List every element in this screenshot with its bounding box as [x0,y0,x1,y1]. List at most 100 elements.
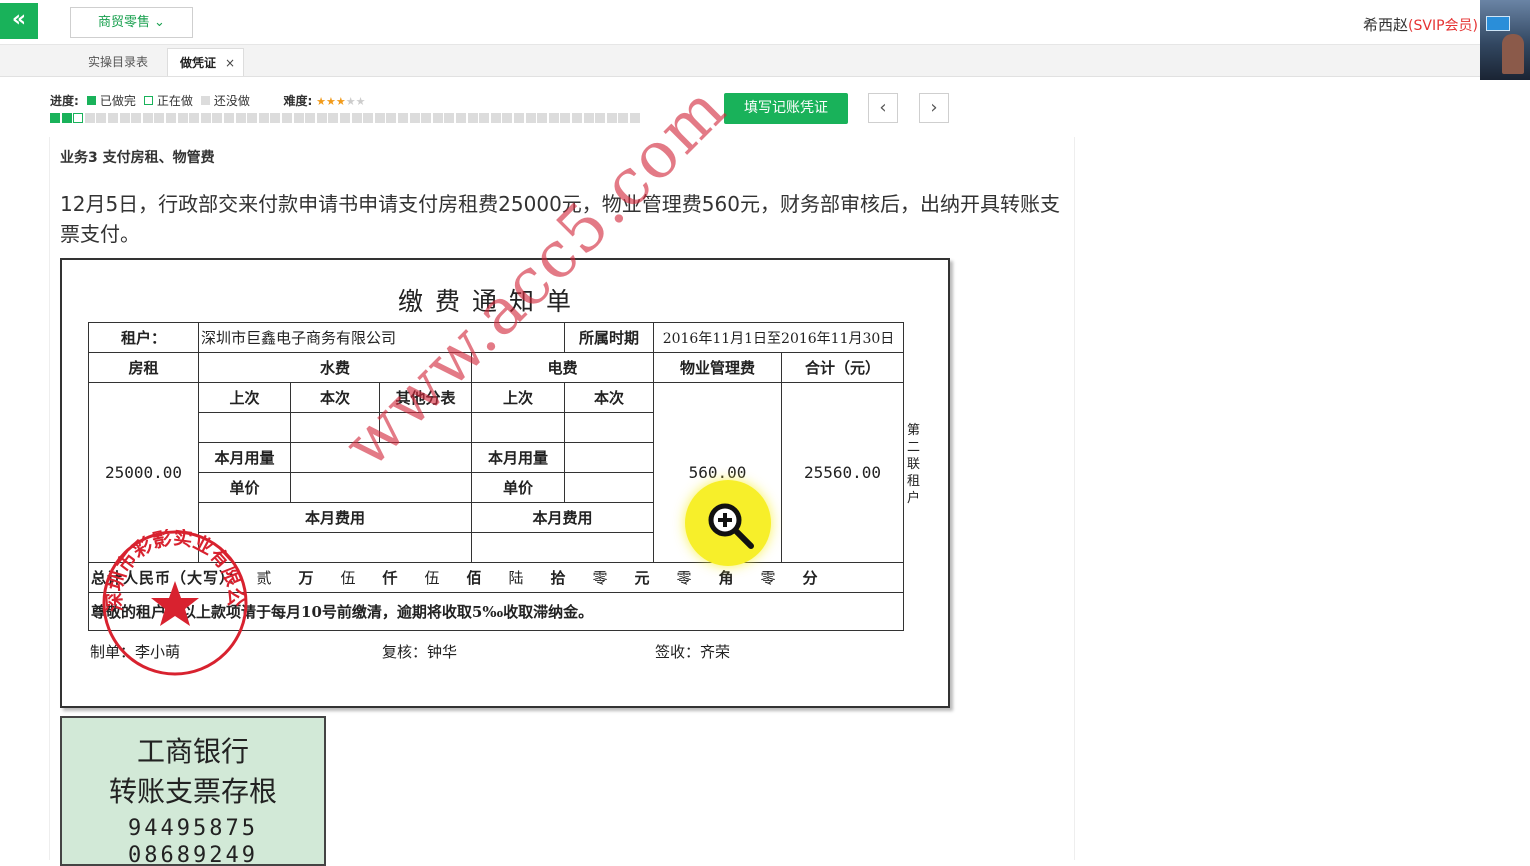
collapse-back-button[interactable]: « [0,3,38,39]
water-price-label: 单价 [198,472,291,503]
progress-step[interactable] [212,113,223,123]
upper-unit: 分 [802,569,819,587]
progress-step[interactable] [258,113,269,123]
progress-step[interactable] [247,113,258,123]
progress-step[interactable] [502,113,513,123]
progress-step[interactable] [73,113,84,123]
zoom-in-icon[interactable] [685,480,771,566]
progress-step[interactable] [166,113,176,123]
progress-step[interactable] [142,113,153,123]
progress-step[interactable] [583,113,594,123]
prev-button[interactable]: ‹ [868,93,898,123]
star-icon: ★ [355,95,366,108]
upper-digit: 零 [676,569,693,587]
star-icon: ★ [335,95,346,108]
tab-practice-index[interactable]: 实操目录表 [75,48,161,76]
total-uppercase-amount: 贰万伍仟伍佰陆拾零元零角零分 [244,569,832,587]
progress-step[interactable] [108,113,118,123]
electric-this-value [564,412,654,443]
progress-step[interactable] [351,113,362,123]
progress-step[interactable] [119,113,130,123]
rent-header: 房租 [88,352,199,383]
progress-step[interactable] [595,113,606,123]
progress-step[interactable] [131,113,142,123]
progress-step[interactable] [282,113,292,123]
progress-step[interactable] [606,113,617,123]
progress-step[interactable] [421,113,432,123]
progress-step[interactable] [409,113,420,123]
progress-step[interactable] [456,113,466,123]
electric-last-value [471,412,565,443]
progress-step[interactable] [479,113,490,123]
upper-unit: 元 [634,569,651,587]
electric-fee-label: 本月费用 [471,502,654,533]
progress-step[interactable] [490,113,501,123]
upper-digit: 伍 [424,569,441,587]
tenant-label: 租户： [88,322,199,353]
electric-price-label: 单价 [471,472,565,503]
chevron-left-icon: ‹ [879,97,887,118]
progress-step[interactable] [235,113,246,123]
upper-digit: 零 [592,569,609,587]
check-title: 转账支票存根 [108,775,277,808]
progress-step[interactable] [61,113,72,123]
water-fee-label: 本月费用 [198,502,472,533]
progress-step[interactable] [177,113,188,123]
upper-digit: 伍 [340,569,357,587]
progress-step[interactable] [444,113,455,123]
progress-step[interactable] [328,113,339,123]
progress-step[interactable] [305,113,316,123]
progress-step[interactable] [618,113,629,123]
progress-step[interactable] [270,113,281,123]
progress-step[interactable] [224,113,234,123]
progress-step[interactable] [200,113,211,123]
progress-step[interactable] [467,113,478,123]
progress-step[interactable] [386,113,397,123]
upper-unit: 拾 [550,569,567,587]
tab-make-voucher[interactable]: 做凭证 × [167,48,244,76]
period-value: 2016年11月1日至2016年11月30日 [653,322,904,353]
upper-unit: 万 [298,569,315,587]
progress-step[interactable] [316,113,327,123]
progress-step[interactable] [96,113,107,123]
progress-step[interactable] [572,113,582,123]
difficulty-label: 难度: [283,94,313,108]
user-name: 希西赵 [1363,16,1409,34]
chevron-down-icon: ⌄ [154,15,165,30]
progress-step[interactable] [548,113,559,123]
todo-legend-icon [200,96,210,105]
progress-step[interactable] [537,113,548,123]
company-seal: 深圳市彩影实业有限公司 [101,529,248,676]
total-amount: 25560.00 [781,382,904,563]
progress-step[interactable] [293,113,304,123]
done-legend-icon [86,96,96,105]
progress-step[interactable] [154,113,165,123]
progress-step[interactable] [432,113,443,123]
upper-unit: 仟 [382,569,399,587]
next-button[interactable]: › [919,93,949,123]
copy-note: 第二联 租户 [907,423,921,506]
check-stub[interactable]: 工商银行 转账支票存根 94495875 08689249 [60,716,326,866]
progress-step[interactable] [340,113,350,123]
legend-done-label: 已做完 [99,94,136,108]
period-label: 所属时期 [564,322,654,353]
progress-step[interactable] [560,113,571,123]
user-info[interactable]: 希西赵(SVIP会员) [1363,14,1478,35]
electric-usage-label: 本月用量 [471,442,565,473]
progress-step[interactable] [189,113,200,123]
progress-step[interactable] [398,113,408,123]
legend-todo-label: 还没做 [213,94,250,108]
close-icon[interactable]: × [225,49,235,77]
progress-step[interactable] [374,113,385,123]
progress-step[interactable] [525,113,536,123]
legend-doing-label: 正在做 [156,94,193,108]
module-select[interactable]: 商贸零售 ⌄ [70,7,193,38]
business-title: 业务3 支付房租、物管费 [60,150,215,166]
progress-step[interactable] [84,113,95,123]
electric-fee-value [471,532,654,563]
progress-step[interactable] [363,113,374,123]
progress-step[interactable] [50,113,60,123]
progress-step[interactable] [514,113,524,123]
top-bar: « 商贸零售 ⌄ 希西赵(SVIP会员) [0,0,1530,45]
fill-voucher-button[interactable]: 填写记账凭证 [724,93,848,124]
